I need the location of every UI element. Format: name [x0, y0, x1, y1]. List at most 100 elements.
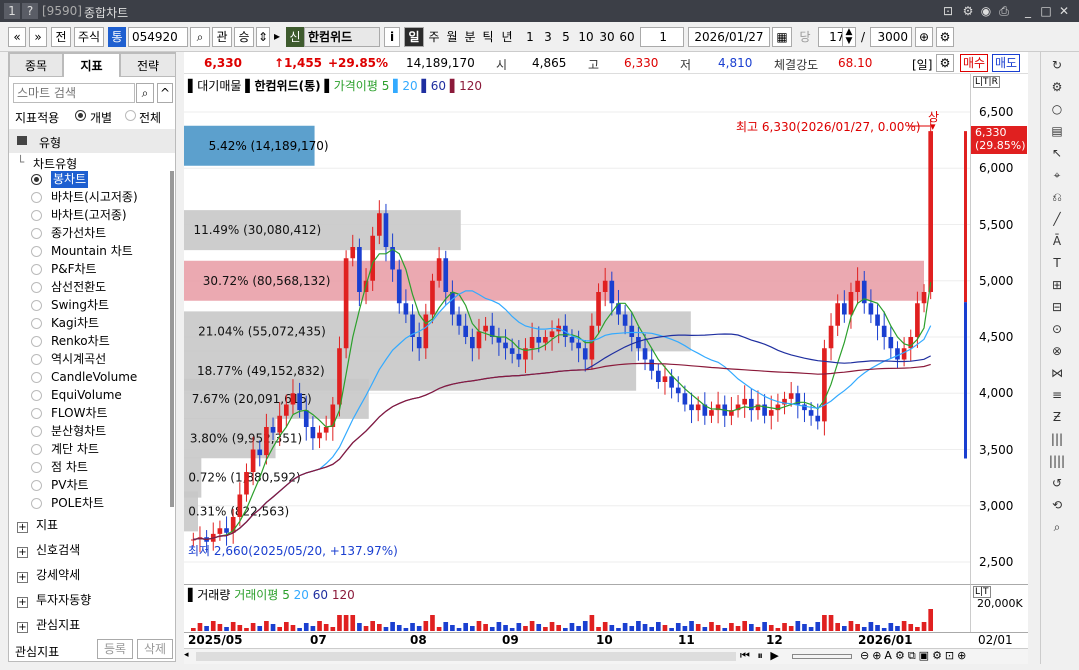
- volume-chart[interactable]: ▌거래량 거래이평 5 20 60 120: [184, 584, 970, 632]
- scroll-left-icon[interactable]: ◂: [184, 650, 194, 663]
- reset-icon[interactable]: ⟲: [1047, 496, 1067, 514]
- chart-type-item[interactable]: FLOW차트: [31, 405, 171, 422]
- search-button[interactable]: ⌕: [190, 27, 210, 47]
- chart-type-item[interactable]: 계단 차트: [31, 441, 171, 458]
- expand-icon[interactable]: +: [17, 522, 28, 533]
- register-button[interactable]: 등록: [97, 639, 133, 659]
- section-item[interactable]: + 관심지표: [17, 613, 80, 637]
- radio-icon[interactable]: [31, 354, 42, 365]
- list-scrollbar[interactable]: [170, 171, 174, 507]
- quote-settings-icon[interactable]: ⚙: [936, 54, 954, 72]
- spin-icon[interactable]: ⇕: [256, 27, 270, 47]
- chart-type-item[interactable]: 종가선차트: [31, 225, 171, 242]
- chart-scrollbar[interactable]: ◂ ⏮ ⏸ ▶ ⊖⊕A⚙⧉▣⚙⊡⊕: [184, 648, 1028, 664]
- chart-type-item[interactable]: Swing차트: [31, 297, 171, 314]
- pattern-icon[interactable]: ⋈: [1047, 364, 1067, 382]
- delete-button[interactable]: 삭제: [137, 639, 173, 659]
- stock-code-input[interactable]: 054920: [128, 27, 188, 47]
- interval-1-button[interactable]: 1: [522, 27, 538, 47]
- date-input[interactable]: 2026/01/27: [688, 27, 770, 47]
- chart-type-item[interactable]: CandleVolume: [31, 369, 171, 386]
- axis-scale-icon[interactable]: L|T|R: [973, 76, 1000, 88]
- close-icon[interactable]: ✕: [1056, 3, 1072, 19]
- list-icon[interactable]: ≡: [1047, 386, 1067, 404]
- magnify-icon[interactable]: ⊙: [1047, 320, 1067, 338]
- scroll-controls[interactable]: ⏮ ⏸ ▶: [740, 649, 781, 663]
- interval-10-button[interactable]: 10: [576, 27, 596, 47]
- count-spin-icon[interactable]: ▲ ▼: [842, 27, 856, 47]
- crosshair-icon[interactable]: ⌖: [1047, 166, 1067, 184]
- interval-5-button[interactable]: 5: [558, 27, 574, 47]
- prev-button[interactable]: 전: [51, 27, 71, 47]
- interval-input[interactable]: 1: [640, 27, 684, 47]
- delete-tool-icon[interactable]: ⊗: [1047, 342, 1067, 360]
- chart-type-item[interactable]: Mountain 차트: [31, 243, 171, 260]
- bars-icon[interactable]: |||: [1047, 430, 1067, 448]
- info-button[interactable]: i: [384, 27, 400, 47]
- line-tool-icon[interactable]: ╱: [1047, 210, 1067, 228]
- chart-type-item[interactable]: 바차트(고저종): [31, 207, 171, 224]
- radio-icon[interactable]: [31, 282, 42, 293]
- period-minute-button[interactable]: 분: [462, 27, 478, 47]
- radio-individual[interactable]: [75, 110, 86, 121]
- search-icon[interactable]: ⌕: [136, 83, 154, 103]
- radio-icon[interactable]: [31, 426, 42, 437]
- tab-strategy[interactable]: 전략: [120, 53, 176, 77]
- chart-type-item[interactable]: Renko차트: [31, 333, 171, 350]
- radio-icon[interactable]: [31, 264, 42, 275]
- period-month-button[interactable]: 월: [444, 27, 460, 47]
- radio-icon[interactable]: [31, 174, 42, 185]
- radio-icon[interactable]: [31, 246, 42, 257]
- radio-icon[interactable]: [31, 192, 42, 203]
- buy-button[interactable]: 매수: [960, 54, 988, 72]
- undo-icon[interactable]: ⎌: [1047, 188, 1067, 206]
- refresh-icon[interactable]: ↻: [1047, 56, 1067, 74]
- chart-settings-icon[interactable]: ⚙: [936, 27, 954, 47]
- chart-type-item[interactable]: EquiVolume: [31, 387, 171, 404]
- expand-icon[interactable]: +: [17, 547, 28, 558]
- watch-button[interactable]: 관: [212, 27, 232, 47]
- expand-icon[interactable]: +: [17, 622, 28, 633]
- expand-icon[interactable]: +: [17, 572, 28, 583]
- chart-type-item[interactable]: P&F차트: [31, 261, 171, 278]
- interval-3-button[interactable]: 3: [540, 27, 556, 47]
- period-week-button[interactable]: 주: [426, 27, 442, 47]
- tab-stock[interactable]: 종목: [9, 53, 63, 77]
- radio-icon[interactable]: [31, 498, 42, 509]
- period-day-button[interactable]: 일: [404, 27, 424, 47]
- zigzag-icon[interactable]: Ƶ: [1047, 408, 1067, 426]
- nav-forward-button[interactable]: »: [29, 27, 47, 47]
- radio-icon[interactable]: [31, 372, 42, 383]
- print-icon[interactable]: ⎙: [996, 3, 1012, 19]
- pin-icon[interactable]: ⊡: [940, 3, 956, 19]
- radio-icon[interactable]: [31, 480, 42, 491]
- chart-type-item[interactable]: 점 차트: [31, 459, 171, 476]
- asset-type-select[interactable]: 주식: [74, 27, 104, 47]
- section-item[interactable]: + 지표: [17, 513, 58, 537]
- smart-search-input[interactable]: [13, 83, 135, 103]
- calendar-icon[interactable]: ▦: [772, 27, 792, 47]
- chart-type-item[interactable]: PV차트: [31, 477, 171, 494]
- maximize-icon[interactable]: □: [1038, 3, 1054, 19]
- camera-icon[interactable]: ◉: [978, 3, 994, 19]
- chart-type-item[interactable]: 분산형차트: [31, 423, 171, 440]
- price-axis[interactable]: L|T|R 6,330 (29.85%) 6,500 6,000 5,500 5,00…: [970, 74, 1028, 594]
- link-button[interactable]: 통: [108, 27, 126, 47]
- sell-button[interactable]: 매도: [992, 54, 1020, 72]
- expand-icon[interactable]: +: [17, 597, 28, 608]
- section-item[interactable]: + 강세약세: [17, 563, 80, 587]
- zoom-icon[interactable]: ⊕: [915, 27, 933, 47]
- interval-60-button[interactable]: 60: [617, 27, 637, 47]
- chart-type-item[interactable]: 삼선전환도: [31, 279, 171, 296]
- interval-30-button[interactable]: 30: [597, 27, 617, 47]
- chart-type-item[interactable]: Kagi차트: [31, 315, 171, 332]
- nav-back-button[interactable]: «: [8, 27, 26, 47]
- bars-2-icon[interactable]: ||||: [1047, 452, 1067, 470]
- bar-tool-icon[interactable]: ▤: [1047, 122, 1067, 140]
- grid-tool-icon[interactable]: ⊞: [1047, 276, 1067, 294]
- question-icon[interactable]: ?: [22, 3, 38, 19]
- radio-icon[interactable]: [31, 300, 42, 311]
- minimize-icon[interactable]: _: [1020, 3, 1036, 19]
- scroll-track[interactable]: [196, 652, 736, 661]
- total-input[interactable]: 3000: [870, 27, 912, 47]
